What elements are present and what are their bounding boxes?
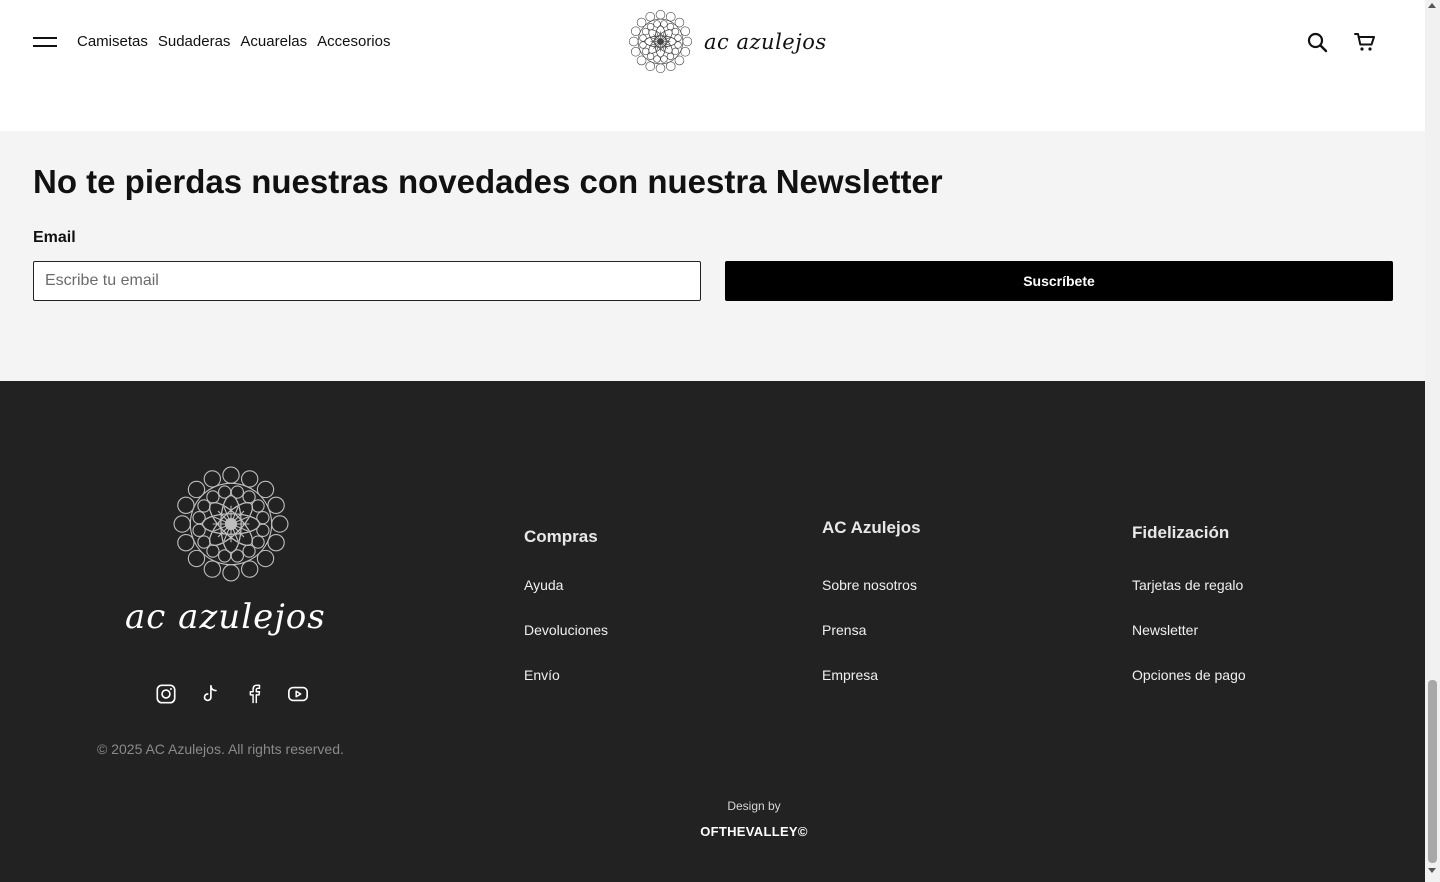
header-logo[interactable]: ac azulejos (627, 8, 827, 75)
email-field[interactable] (33, 261, 701, 301)
footer-link-envio[interactable]: Envío (524, 667, 560, 683)
site-footer: ac azulejos © 2025 AC Azulejos. All righ… (0, 381, 1425, 882)
newsletter-section: No te pierdas nuestras novedades con nue… (0, 131, 1425, 381)
footer-column-compras: Compras Ayuda Devoluciones Envío (524, 527, 608, 683)
footer-link-ayuda[interactable]: Ayuda (524, 577, 563, 593)
scroll-down-arrow-icon[interactable] (1428, 868, 1436, 873)
newsletter-title: No te pierdas nuestras novedades con nue… (33, 163, 943, 200)
mandala-logo-icon (628, 9, 693, 74)
footer-link-newsletter[interactable]: Newsletter (1132, 622, 1198, 638)
menu-icon[interactable] (33, 35, 57, 49)
tiktok-icon[interactable] (199, 682, 221, 706)
design-credit-label: Design by (727, 799, 781, 813)
scrollbar-thumb[interactable] (1428, 680, 1437, 863)
header-logo-text: ac azulejos (704, 29, 827, 54)
site-header: Camisetas Sudaderas Acuarelas Accesorios… (0, 0, 1425, 131)
footer-column-title: AC Azulejos (822, 518, 921, 537)
instagram-icon[interactable] (155, 682, 177, 706)
footer-link-prensa[interactable]: Prensa (822, 622, 866, 638)
footer-link-sobre-nosotros[interactable]: Sobre nosotros (822, 577, 917, 593)
footer-column-title: Compras (524, 527, 598, 546)
footer-column-fidelizacion: Fidelización Tarjetas de regalo Newslett… (1132, 523, 1246, 683)
search-icon[interactable] (1305, 30, 1329, 54)
page-scrollbar[interactable] (1425, 0, 1440, 882)
copyright-text: © 2025 AC Azulejos. All rights reserved. (97, 741, 344, 757)
footer-column-title: Fidelización (1132, 523, 1230, 542)
footer-link-empresa[interactable]: Empresa (822, 667, 878, 683)
footer-link-tarjetas-de-regalo[interactable]: Tarjetas de regalo (1132, 577, 1243, 593)
footer-brand: ac azulejos (125, 597, 326, 637)
nav-link-acuarelas[interactable]: Acuarelas (240, 33, 307, 50)
social-links (155, 682, 309, 706)
footer-link-devoluciones[interactable]: Devoluciones (524, 622, 608, 638)
footer-link-opciones-de-pago[interactable]: Opciones de pago (1132, 667, 1246, 683)
youtube-icon[interactable] (287, 682, 309, 706)
nav-link-sudaderas[interactable]: Sudaderas (158, 33, 231, 50)
mandala-logo-icon (173, 466, 289, 582)
nav-link-accesorios[interactable]: Accesorios (317, 33, 390, 50)
email-label: Email (33, 229, 76, 246)
nav-link-camisetas[interactable]: Camisetas (77, 33, 148, 50)
subscribe-button[interactable]: Suscríbete (725, 261, 1393, 301)
main-nav: Camisetas Sudaderas Acuarelas Accesorios (77, 33, 390, 50)
cart-icon[interactable] (1353, 30, 1377, 54)
facebook-icon[interactable] (243, 682, 265, 706)
footer-column-ac-azulejos: AC Azulejos Sobre nosotros Prensa Empres… (822, 518, 921, 683)
scroll-up-arrow-icon[interactable] (1428, 3, 1436, 8)
designer-link[interactable]: OFTHEVALLEY© (0, 824, 1440, 839)
